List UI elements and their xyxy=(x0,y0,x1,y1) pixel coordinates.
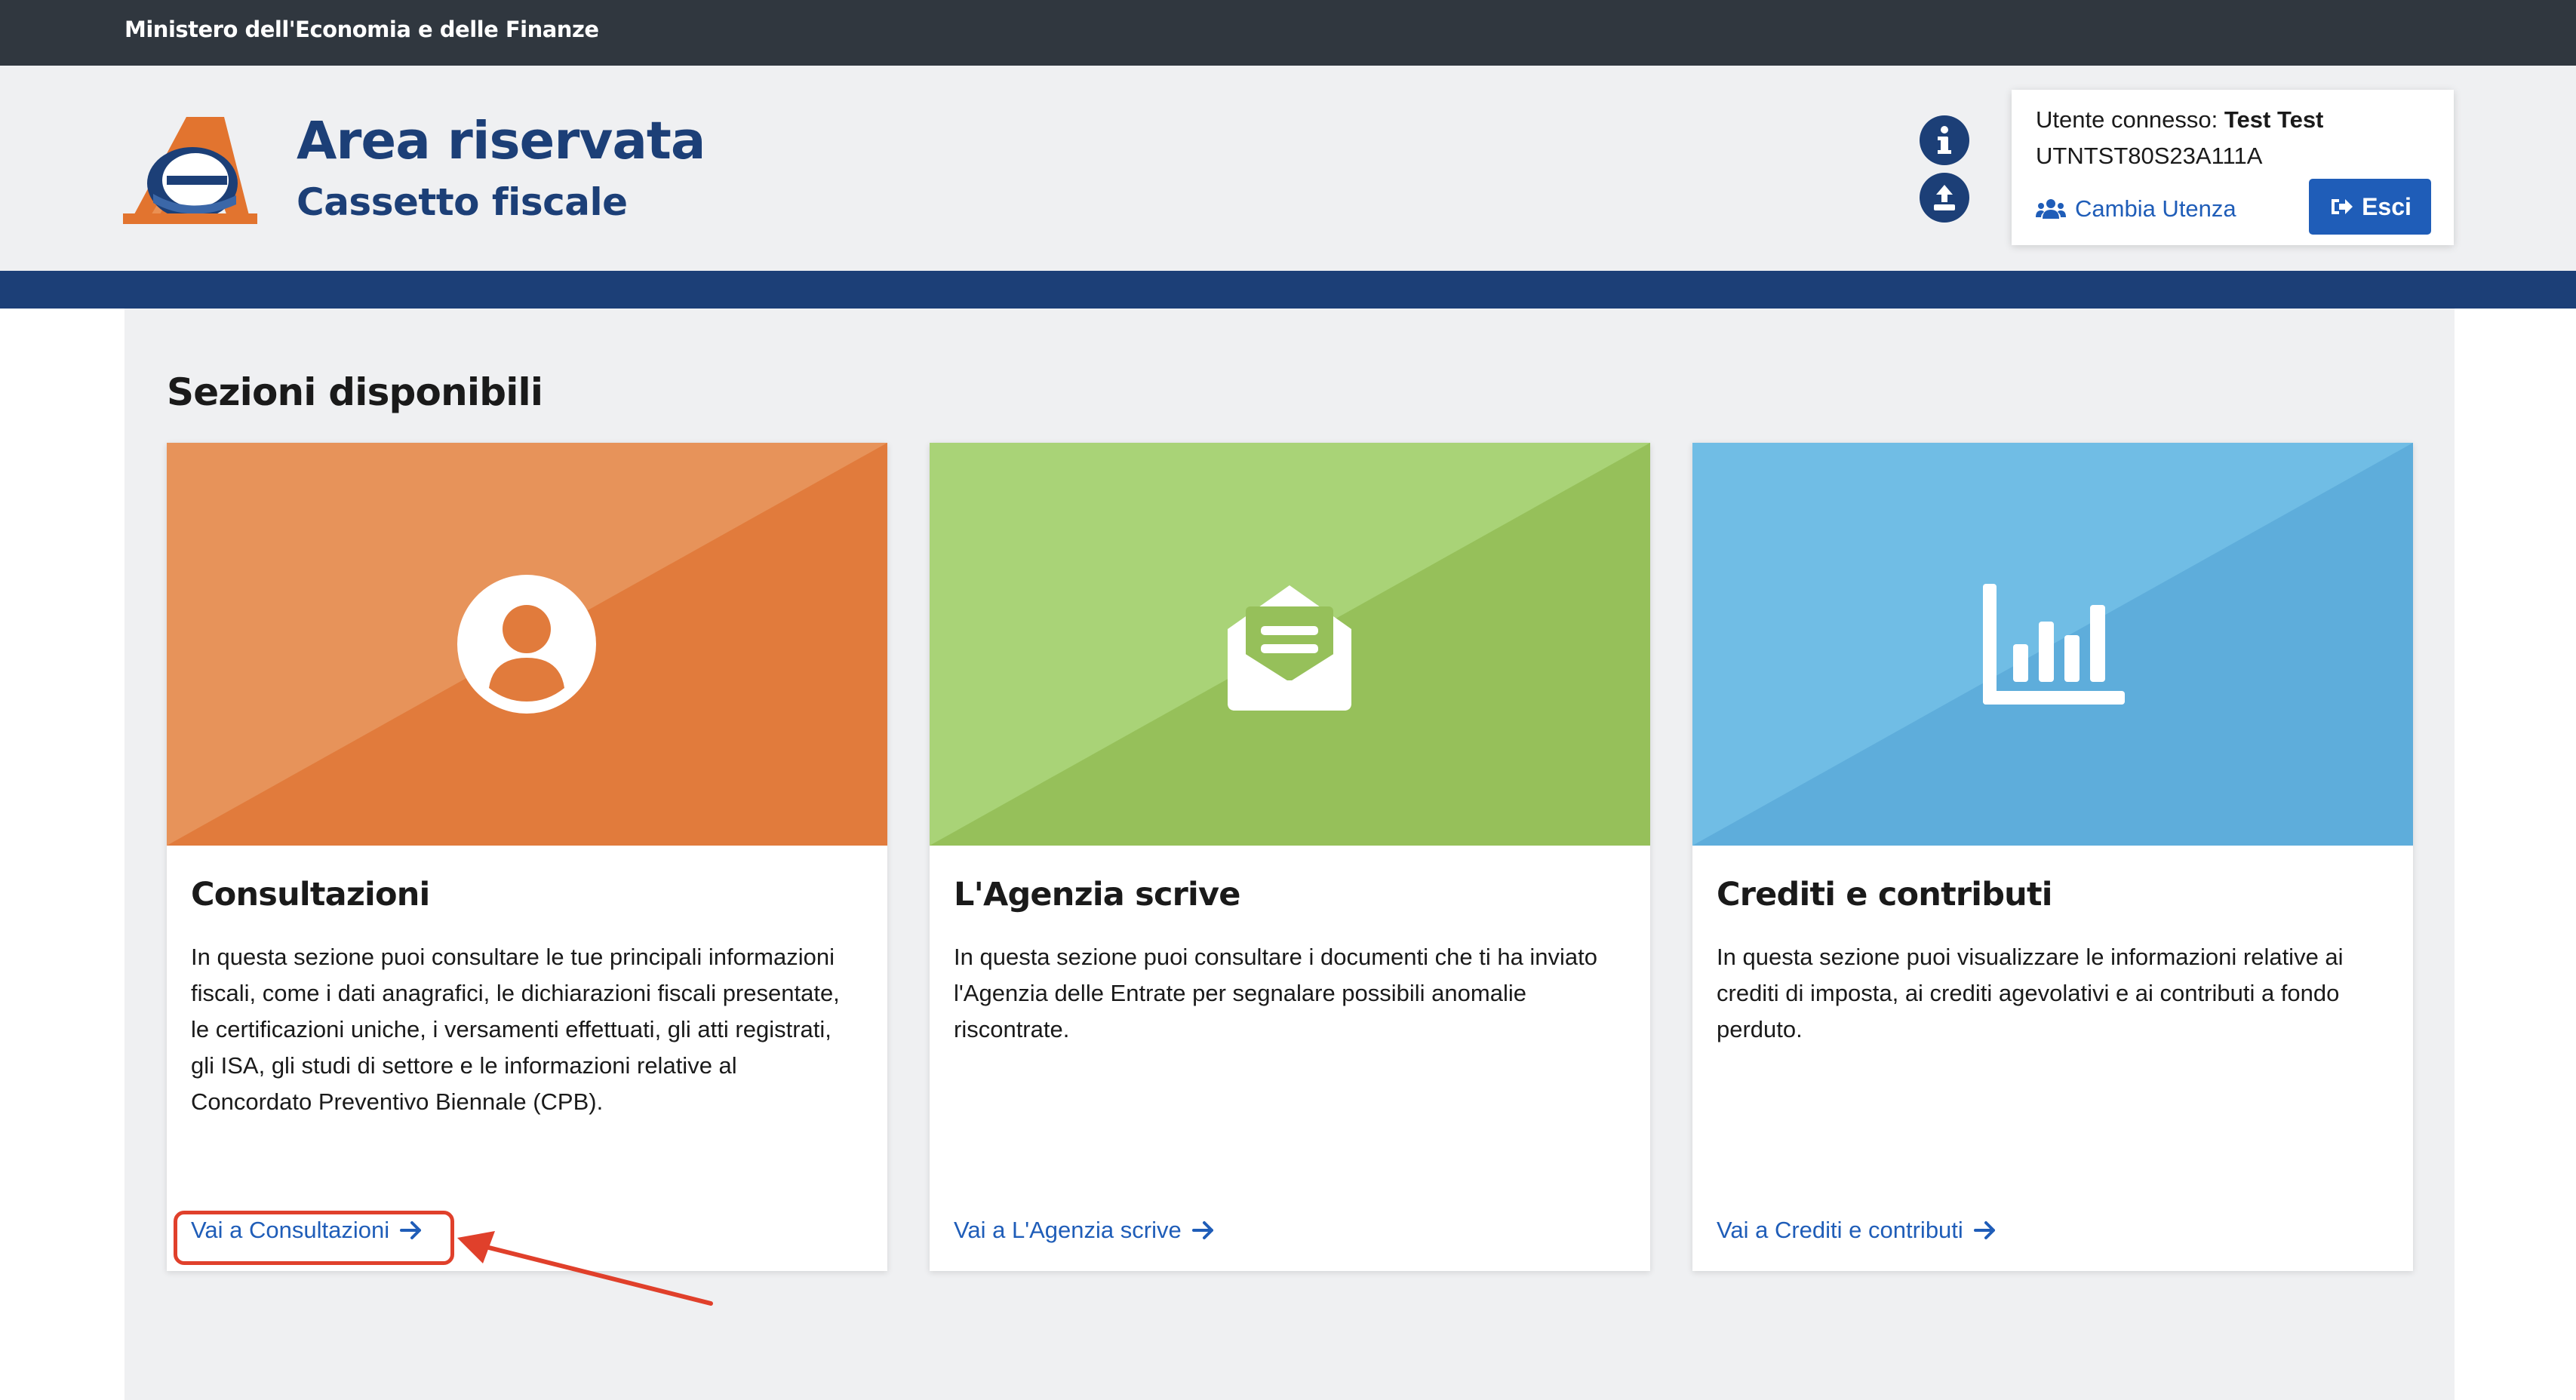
annotation-arrow xyxy=(457,1231,713,1306)
